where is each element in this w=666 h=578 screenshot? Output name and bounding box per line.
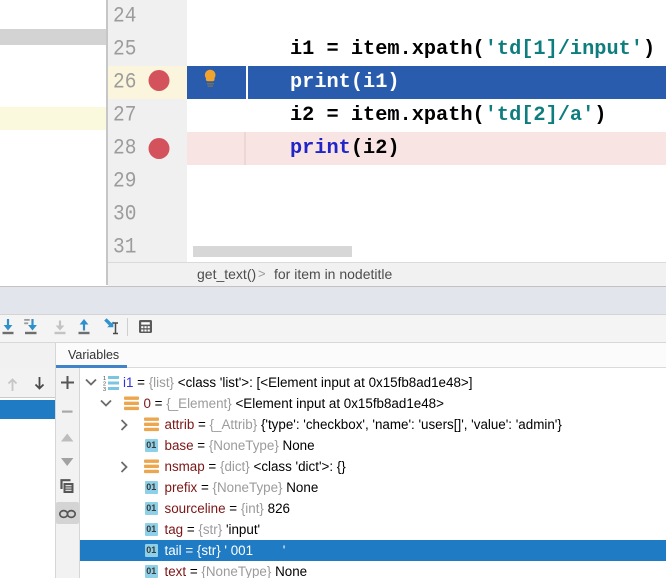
svg-text:3: 3	[103, 387, 106, 391]
